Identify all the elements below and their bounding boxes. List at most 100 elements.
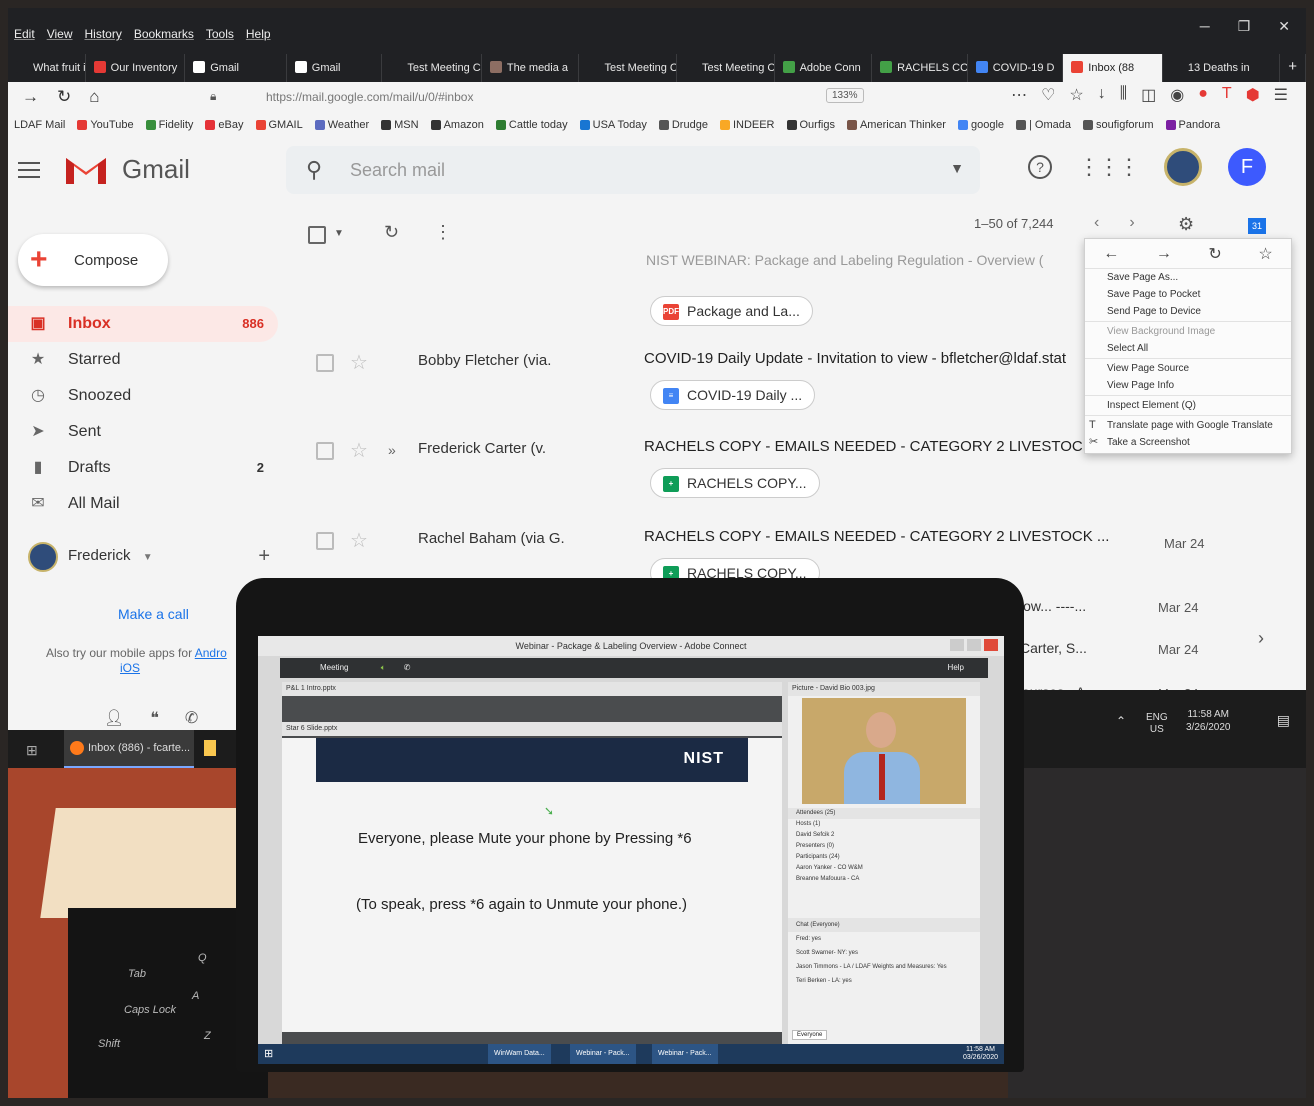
browser-tab[interactable]: Our Inventory xyxy=(86,54,186,82)
zoom-level[interactable]: 133% xyxy=(826,88,864,103)
menu-edit[interactable]: Edit xyxy=(14,27,35,41)
settings-gear-icon[interactable]: ⚙ xyxy=(1178,214,1194,235)
bookmark-item[interactable]: Weather xyxy=(314,116,369,134)
attachment-chip[interactable]: PDF Package and La... xyxy=(650,296,813,326)
row-checkbox[interactable] xyxy=(316,354,334,372)
bookmark-item[interactable]: Amazon xyxy=(430,116,484,134)
chat-bubble-icon[interactable]: ❝ xyxy=(150,708,159,728)
help-icon[interactable]: ? xyxy=(1028,155,1052,179)
sidebar-icon[interactable]: ◫ xyxy=(1141,85,1156,105)
tray-clock[interactable]: 11:58 AM 3/26/2020 xyxy=(1186,708,1231,734)
laptop-taskbar-item[interactable]: Webinar - Pack... xyxy=(570,1044,636,1064)
bookmark-item[interactable]: GMAIL xyxy=(255,116,303,134)
browser-tab[interactable]: Test Meeting Con xyxy=(677,54,775,82)
sidebar-item-sent[interactable]: ➤ Sent xyxy=(8,414,278,450)
account-icon[interactable]: ◉ xyxy=(1170,85,1184,105)
laptop-start-icon[interactable]: ⊞ xyxy=(264,1047,273,1060)
context-menu-item[interactable]: ✂ Take a Screenshot xyxy=(1085,434,1291,451)
context-menu-item[interactable]: T Translate page with Google Translate xyxy=(1085,417,1291,434)
laptop-minimize-icon[interactable] xyxy=(950,639,964,651)
phone-dial-icon[interactable]: ✆ xyxy=(404,663,411,672)
contacts-icon[interactable]: 👤︎ xyxy=(104,708,124,728)
browser-tab[interactable]: What fruit is xyxy=(8,54,86,82)
extension-t-icon[interactable]: T xyxy=(1222,85,1232,105)
calendar-icon[interactable]: 31 xyxy=(1248,218,1266,234)
account-avatar[interactable]: F xyxy=(1228,148,1266,186)
bookmark-item[interactable]: LDAF Mail xyxy=(14,116,65,134)
context-menu-item[interactable]: Save Page to Pocket xyxy=(1085,286,1291,303)
ctx-back-icon[interactable]: ← xyxy=(1103,245,1119,263)
sidebar-item-drafts[interactable]: ▮ Drafts 2 xyxy=(8,450,278,486)
attachment-chip[interactable]: + RACHELS COPY... xyxy=(650,468,820,498)
bookmark-item[interactable]: Cattle today xyxy=(495,116,568,134)
search-mail-bar[interactable]: ⚲ Search mail ▼ xyxy=(286,146,980,194)
bookmark-item[interactable]: eBay xyxy=(205,116,244,134)
bookmark-item[interactable]: USA Today xyxy=(579,116,647,134)
sidebar-item-snoozed[interactable]: ◷ Snoozed xyxy=(8,378,278,414)
taskbar-firefox-window[interactable]: Inbox (886) - fcarte... xyxy=(64,730,194,768)
minimize-icon[interactable]: ─ xyxy=(1200,18,1210,35)
row-checkbox[interactable] xyxy=(316,442,334,460)
bookmark-item[interactable]: Fidelity xyxy=(145,116,193,134)
ios-link[interactable]: iOS xyxy=(120,661,140,675)
bookmark-item[interactable]: American Thinker xyxy=(846,116,946,134)
ctx-bookmark-icon[interactable]: ☆ xyxy=(1258,244,1272,264)
star-icon[interactable]: ☆ xyxy=(350,528,368,553)
laptop-clock[interactable]: 11:58 AM 03/26/2020 xyxy=(963,1046,998,1062)
browser-tab[interactable]: Test Meeting Con xyxy=(579,54,678,82)
browser-tab[interactable]: Test Meeting Con xyxy=(382,54,482,82)
browser-tab[interactable]: Gmail xyxy=(287,54,383,82)
attendee-row[interactable]: Participants (24) xyxy=(788,852,980,863)
bookmark-item[interactable]: Drudge xyxy=(658,116,708,134)
context-menu-item[interactable]: View Page Source xyxy=(1085,360,1291,377)
speaker-icon[interactable]: 🔈︎ xyxy=(381,663,386,672)
close-icon[interactable]: ✕ xyxy=(1278,18,1290,35)
bookmark-star-icon[interactable]: ☆ xyxy=(1069,85,1083,105)
organization-logo-icon[interactable] xyxy=(1164,148,1202,186)
menu-tools[interactable]: Tools xyxy=(206,27,234,41)
bookmark-item[interactable]: google xyxy=(957,116,1004,134)
more-actions-icon[interactable]: ⋮ xyxy=(434,222,452,243)
row-checkbox[interactable] xyxy=(316,532,334,550)
apps-grid-icon[interactable]: ⋮⋮⋮ xyxy=(1078,154,1140,180)
meeting-menu[interactable]: Meeting xyxy=(320,663,348,672)
chat-recipient[interactable]: Everyone xyxy=(792,1030,828,1040)
help-menu[interactable]: Help xyxy=(948,658,964,678)
bookmark-item[interactable]: INDEER xyxy=(719,116,775,134)
menu-bookmarks[interactable]: Bookmarks xyxy=(134,27,194,41)
bookmark-item[interactable]: Ourfigs xyxy=(786,116,835,134)
sidebar-item-inbox[interactable]: ▣ Inbox 886 xyxy=(8,306,278,342)
search-options-icon[interactable]: ▼ xyxy=(950,160,964,176)
tray-chevron-icon[interactable]: ⌃ xyxy=(1116,714,1126,728)
attendee-row[interactable]: Breanne Mafouura - CA xyxy=(788,874,980,885)
select-dropdown-icon[interactable]: ▼ xyxy=(334,228,344,239)
bookmark-item[interactable]: | Omada xyxy=(1016,116,1071,134)
new-tab-icon[interactable]: + xyxy=(1280,54,1306,82)
new-chat-icon[interactable]: + xyxy=(258,540,270,572)
browser-tab[interactable]: 13 Deaths in xyxy=(1163,54,1281,82)
menu-help[interactable]: Help xyxy=(246,27,271,41)
phone-icon[interactable]: ✆ xyxy=(185,708,198,728)
attendee-row[interactable]: Hosts (1) xyxy=(788,819,980,830)
file-explorer-icon[interactable] xyxy=(204,740,216,756)
importance-marker-icon[interactable]: » xyxy=(388,442,396,458)
sidebar-item-all-mail[interactable]: ✉ All Mail xyxy=(8,486,278,522)
browser-tab[interactable]: Inbox (88 xyxy=(1063,54,1163,82)
input-language[interactable]: ENG US xyxy=(1146,712,1168,736)
adblock-icon[interactable]: ⬢ xyxy=(1246,85,1260,105)
select-all-checkbox[interactable] xyxy=(308,226,326,244)
attendee-row[interactable]: Aaron Yanker - CO W&M xyxy=(788,863,980,874)
search-input[interactable]: Search mail xyxy=(350,160,445,181)
reload-icon[interactable]: ↻ xyxy=(57,87,71,107)
laptop-close-icon[interactable] xyxy=(984,639,998,651)
address-bar[interactable]: 🔒︎ https://mail.google.com/mail/u/0/#inb… xyxy=(202,86,1082,108)
laptop-taskbar-item[interactable]: Webinar - Pack... xyxy=(652,1044,718,1064)
make-call-link[interactable]: Make a call xyxy=(118,606,189,622)
ctx-reload-icon[interactable]: ↻ xyxy=(1208,244,1221,264)
more-icon[interactable]: ⋯ xyxy=(1011,85,1027,105)
laptop-maximize-icon[interactable] xyxy=(967,639,981,651)
browser-tab[interactable]: COVID-19 D xyxy=(968,54,1064,82)
bookmark-item[interactable]: YouTube xyxy=(77,116,134,134)
older-page-icon[interactable]: ‹ xyxy=(1094,214,1099,232)
attendee-row[interactable]: Presenters (0) xyxy=(788,841,980,852)
